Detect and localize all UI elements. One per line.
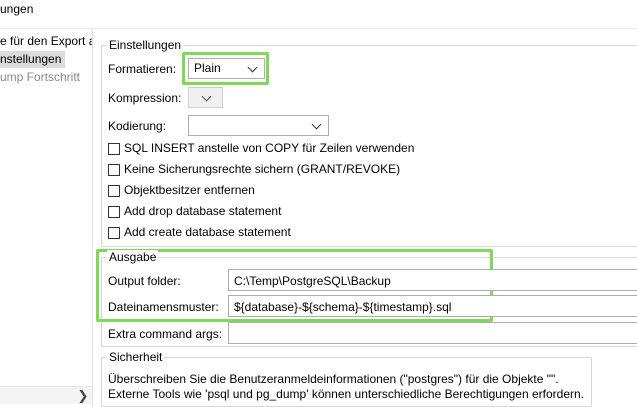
settings-group-title: Einstellungen [107, 38, 184, 52]
no-privileges-checkbox[interactable] [108, 164, 120, 176]
nav-item-dump-progress[interactable]: ump Fortschritt [0, 69, 80, 86]
extra-args-input[interactable] [228, 322, 637, 344]
output-group-title: Ausgabe [107, 250, 159, 264]
sql-insert-label[interactable]: SQL INSERT anstelle von COPY für Zeilen … [124, 141, 414, 155]
drop-database-checkbox[interactable] [108, 206, 120, 218]
format-select[interactable]: Plain [188, 58, 265, 79]
security-note-line2: Externe Tools wie 'psql und pg_dump' kön… [108, 387, 584, 401]
no-owner-label[interactable]: Objektbesitzer entfernen [124, 183, 255, 197]
no-owner-checkbox[interactable] [108, 185, 120, 197]
chevron-down-icon [247, 62, 258, 73]
horizontal-scrollbar[interactable]: ❯ [0, 386, 92, 404]
sql-insert-checkbox[interactable] [108, 143, 120, 155]
compression-label: Kompression: [108, 91, 182, 105]
chevron-down-icon [311, 119, 322, 130]
encoding-label: Kodierung: [108, 119, 167, 133]
create-database-label[interactable]: Add create database statement [124, 225, 291, 239]
filename-pattern-value: ${database}-${schema}-${timestamp}.sql [234, 300, 452, 314]
output-folder-input[interactable]: C:\Temp\PostgreSQL\Backup [228, 269, 637, 291]
filename-pattern-label: Dateinamensmuster: [108, 300, 219, 314]
filename-pattern-input[interactable]: ${database}-${schema}-${timestamp}.sql [228, 295, 637, 317]
compression-select[interactable] [188, 87, 223, 108]
security-note-line1: Überschreiben Sie die Benutzeranmeldeinf… [108, 372, 559, 386]
extra-args-label: Extra command args: [108, 327, 223, 341]
nav-item-settings[interactable]: nstellungen [0, 51, 66, 68]
security-group-title: Sicherheit [107, 350, 165, 364]
no-privileges-label[interactable]: Keine Sicherungsrechte sichern (GRANT/RE… [124, 162, 400, 176]
output-folder-value: C:\Temp\PostgreSQL\Backup [234, 274, 391, 288]
chevron-down-icon [201, 91, 212, 102]
encoding-select[interactable] [188, 115, 329, 136]
drop-database-label[interactable]: Add drop database statement [124, 204, 281, 218]
format-label: Formatieren: [108, 62, 177, 76]
page-nav: e für den Export a nstellungen ump Forts… [0, 29, 93, 407]
create-database-checkbox[interactable] [108, 227, 120, 239]
title-divider [0, 28, 637, 29]
nav-item-export-objects[interactable]: e für den Export a [0, 33, 92, 50]
format-select-value: Plain [194, 61, 221, 75]
chevron-right-icon[interactable]: ❯ [76, 387, 90, 404]
window-title: ungen [0, 2, 34, 16]
output-folder-label: Output folder: [108, 274, 181, 288]
